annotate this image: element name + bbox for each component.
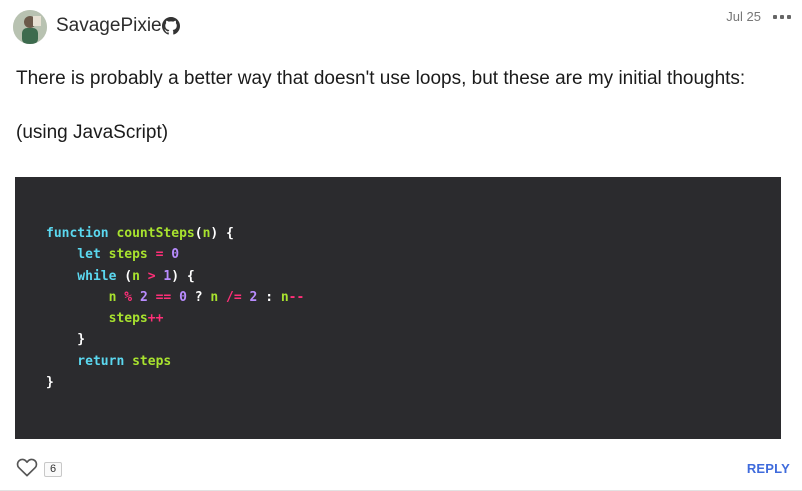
code-token: == (155, 289, 180, 305)
code-line: n % 2 == 0 ? n /= 2 : n-- (46, 287, 781, 308)
code-line: let steps = 0 (46, 244, 781, 265)
forum-post: SavagePixie Jul 25 There is probably a b… (0, 0, 802, 491)
code-line: while (n > 1) { (46, 266, 781, 287)
code-token: function (46, 226, 117, 241)
code-token: while (46, 268, 125, 284)
code-token: } (46, 375, 54, 391)
code-token: countSteps (116, 226, 195, 241)
code-token: n (280, 289, 289, 305)
post-date[interactable]: Jul 25 (726, 9, 761, 24)
code-token: : (265, 289, 281, 305)
code-token: n (210, 289, 227, 305)
like-count-badge: 6 (44, 462, 62, 477)
code-token: ) { (171, 268, 195, 284)
github-icon (162, 17, 180, 35)
code-line: } (46, 372, 781, 393)
code-token: = (155, 247, 172, 263)
reply-button[interactable]: REPLY (747, 461, 790, 476)
code-token: return (46, 353, 133, 369)
code-token: steps (132, 353, 172, 369)
more-horizontal-icon[interactable] (773, 15, 791, 19)
code-token: 2 (249, 289, 266, 305)
avatar[interactable] (13, 10, 47, 44)
heart-icon[interactable] (16, 457, 38, 477)
code-token: 2 (139, 289, 156, 305)
code-token: ( (194, 226, 203, 241)
post-paragraph: There is probably a better way that does… (16, 68, 746, 89)
code-token: n (132, 268, 148, 284)
code-token: } (46, 332, 86, 348)
code-line: steps++ (46, 308, 781, 329)
code-line: } (46, 329, 781, 350)
code-token: -- (288, 289, 305, 305)
code-token: 0 (171, 247, 180, 263)
code-line: function countSteps(n) { (46, 223, 781, 244)
code-token: ? (194, 289, 211, 305)
code-token: ) { (210, 226, 234, 241)
code-token: n (46, 289, 125, 305)
code-token: ( (124, 268, 133, 284)
code-token: 0 (179, 289, 195, 305)
post-paragraph: (using JavaScript) (16, 122, 169, 143)
code-line: return steps (46, 351, 781, 372)
code-token: /= (226, 289, 250, 305)
code-token: steps (108, 247, 156, 263)
code-token: % (124, 289, 140, 305)
code-token: ++ (147, 311, 164, 327)
author-name[interactable]: SavagePixie (56, 14, 162, 38)
code-token: let (46, 247, 109, 263)
code-block[interactable]: function countSteps(n) { let steps = 0 w… (15, 177, 781, 439)
code-token: > (147, 268, 164, 284)
code-token: steps (46, 311, 148, 327)
